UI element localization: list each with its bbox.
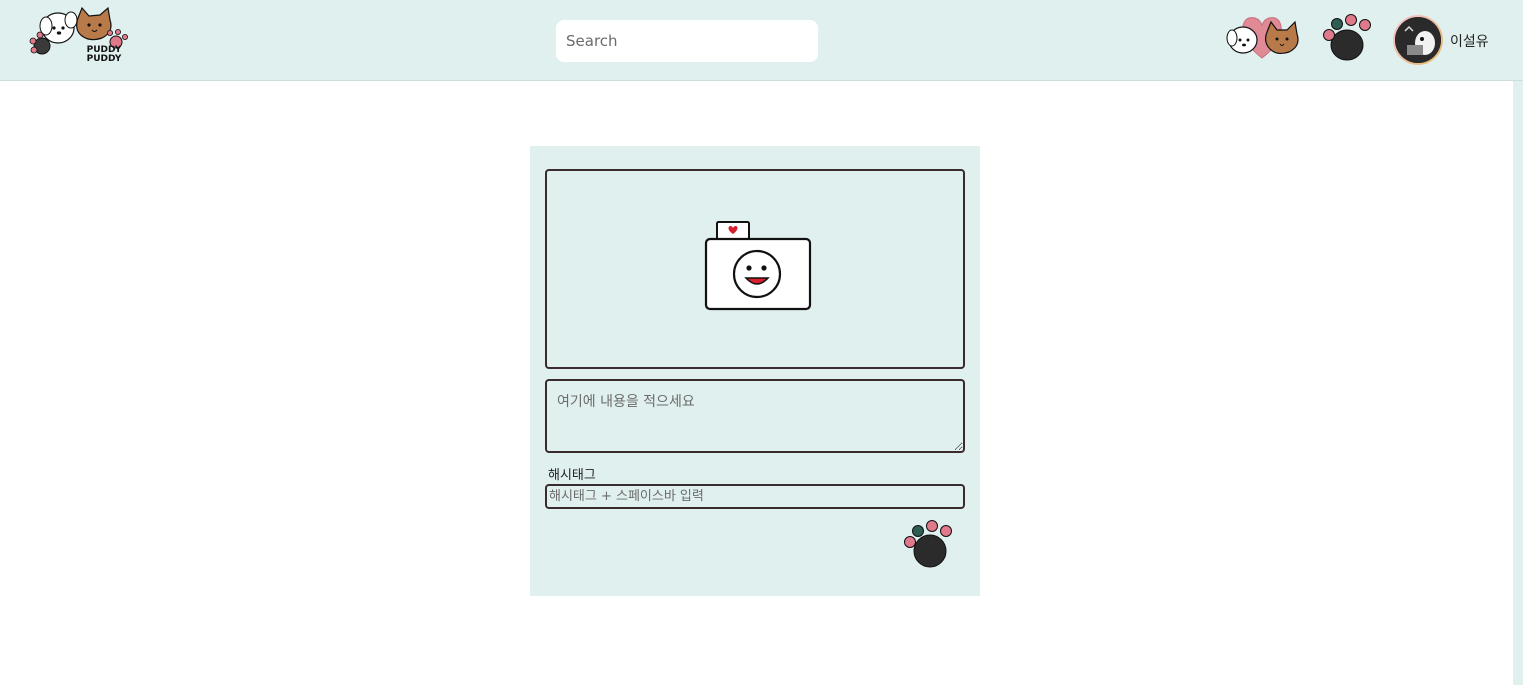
hashtag-label: 해시태그 [548,468,596,483]
scrollbar[interactable] [1513,81,1523,685]
hashtag-input[interactable] [545,484,965,509]
top-header: PUDDY PUDDY Search 이설유 [0,0,1523,81]
content-textarea[interactable] [545,379,965,453]
camera-icon [704,221,812,311]
logo-text: PUDDY PUDDY [82,46,126,64]
search-input[interactable] [556,20,818,62]
avatar[interactable] [1393,15,1443,65]
username[interactable]: 이설유 [1450,31,1489,51]
paw-submit-button[interactable] [902,518,954,570]
avatar-image [1395,17,1441,63]
dog-cat-heart-icon[interactable] [1221,12,1303,62]
post-form: 해시태그 [530,146,980,596]
puddy-logo[interactable]: PUDDY PUDDY [26,6,132,64]
paw-submit-icon [904,520,952,568]
logo-text-line2: PUDDY [86,54,122,64]
photo-upload-area[interactable] [545,169,965,369]
paw-icon[interactable] [1321,13,1373,63]
